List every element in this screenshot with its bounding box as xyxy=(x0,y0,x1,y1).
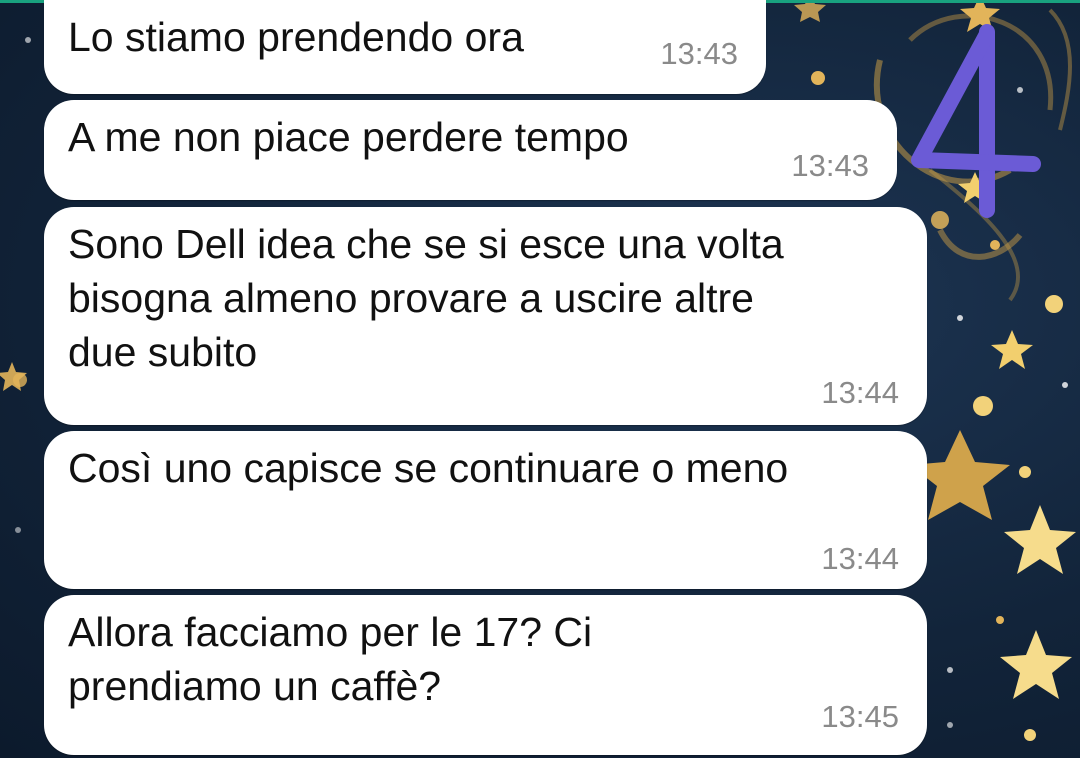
message-time: 13:43 xyxy=(660,36,738,71)
message-text: Sono Dell idea che se si esce una volta … xyxy=(68,221,784,375)
message-time: 13:43 xyxy=(791,148,869,183)
message-text: Così uno capisce se continuare o meno xyxy=(68,445,789,491)
message-bubble[interactable]: A me non piace perdere tempo 13:43 xyxy=(44,100,897,200)
message-bubble[interactable]: Così uno capisce se continuare o meno 13… xyxy=(44,431,927,589)
message-time: 13:44 xyxy=(821,541,899,576)
message-time: 13:44 xyxy=(821,375,899,410)
message-text: A me non piace perdere tempo xyxy=(68,114,629,160)
message-bubble[interactable]: Allora facciamo per le 17? Ci prendiamo … xyxy=(44,595,927,755)
message-text: Allora facciamo per le 17? Ci prendiamo … xyxy=(68,609,593,709)
message-time: 13:45 xyxy=(821,699,899,734)
message-bubble[interactable]: Lo stiamo prendendo ora 13:43 xyxy=(44,0,766,94)
message-text: Lo stiamo prendendo ora xyxy=(68,14,524,60)
handwritten-number-annotation xyxy=(911,24,1041,218)
message-bubble[interactable]: Sono Dell idea che se si esce una volta … xyxy=(44,207,927,425)
